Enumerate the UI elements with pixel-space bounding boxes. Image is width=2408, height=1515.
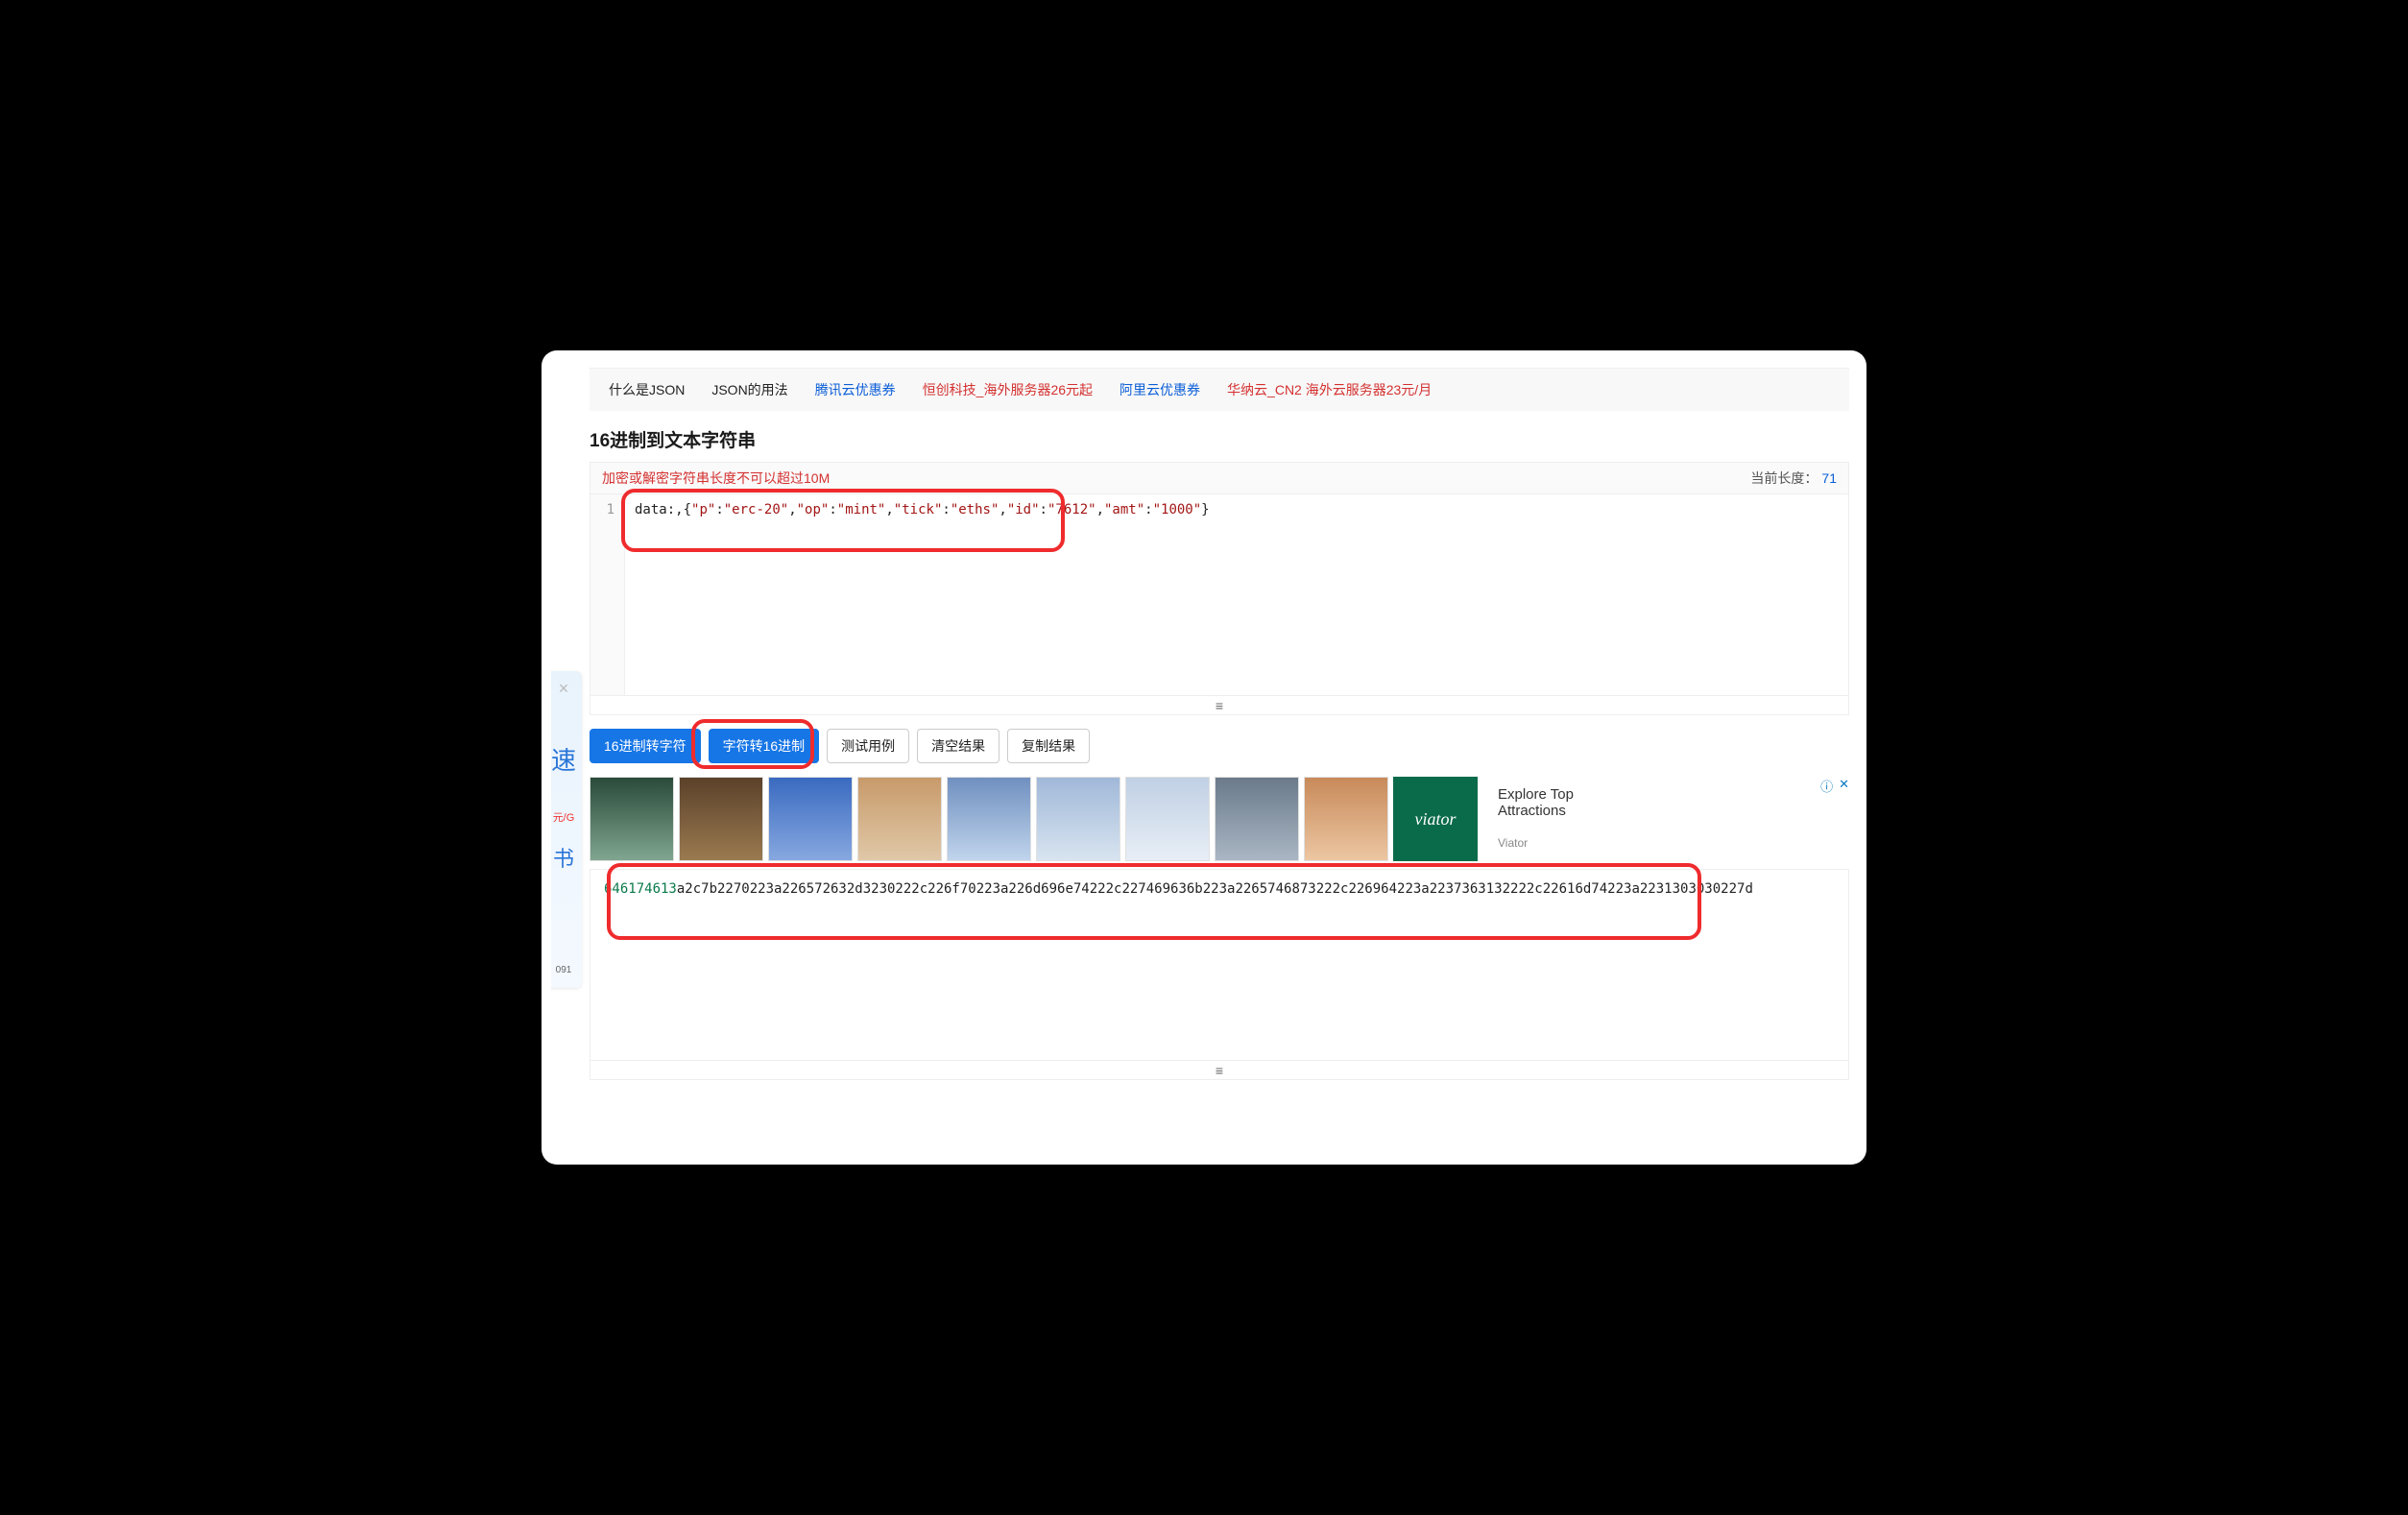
action-button-row: 16进制转字符 字符转16进制 测试用例 清空结果 复制结果 (590, 729, 1849, 763)
side-price-text: 元/G (553, 809, 575, 825)
ad-thumb-8[interactable] (1215, 777, 1299, 861)
nav-hengchuang-server[interactable]: 恒创科技_海外服务器26元起 (923, 380, 1093, 399)
side-book-badge: 书 (553, 842, 574, 873)
length-value: 71 (1821, 470, 1837, 486)
ad-thumb-2[interactable] (679, 777, 763, 861)
output-prefix: 646174613 (604, 881, 677, 897)
ad-thumb-6[interactable] (1036, 777, 1120, 861)
side-float-panel: × 速 元/G 书 091 (551, 671, 582, 988)
hamburger-icon: ≡ (1216, 1064, 1223, 1077)
hex-to-char-button[interactable]: 16进制转字符 (590, 729, 701, 763)
hamburger-icon: ≡ (1216, 699, 1223, 712)
clear-result-button[interactable]: 清空结果 (917, 729, 999, 763)
ad-thumb-1[interactable] (590, 777, 674, 861)
ad-thumb-9[interactable] (1304, 777, 1388, 861)
editor-resize-handle[interactable]: ≡ (590, 696, 1849, 715)
annotation-box-input (621, 489, 1065, 552)
length-warning: 加密或解密字符串长度不可以超过10M (602, 469, 830, 488)
ad-close-icon[interactable]: ✕ (1839, 777, 1849, 795)
test-case-button[interactable]: 测试用例 (827, 729, 909, 763)
ad-advertiser: Viator (1498, 836, 1834, 850)
side-close-icon[interactable]: × (559, 679, 569, 699)
page-title: 16进制到文本字符串 (590, 426, 1849, 452)
input-editor[interactable]: 1 data:,{"p":"erc-20","op":"mint","tick"… (590, 494, 1849, 696)
nav-huanayun-server[interactable]: 华纳云_CN2 海外云服务器23元/月 (1227, 380, 1432, 399)
ad-thumb-4[interactable] (857, 777, 942, 861)
ad-headline-2: Attractions (1498, 803, 1834, 819)
editor-line-1: data:,{"p":"erc-20","op":"mint","tick":"… (635, 502, 1839, 517)
output-resize-handle[interactable]: ≡ (590, 1061, 1849, 1080)
ad-headline-1: Explore Top (1498, 786, 1834, 803)
top-navbar: 什么是JSON JSON的用法 腾讯云优惠券 恒创科技_海外服务器26元起 阿里… (590, 368, 1849, 411)
side-speed-badge: 速 (551, 741, 576, 777)
editor-gutter: 1 (590, 494, 625, 695)
output-area[interactable]: 646174613a2c7b2270223a226572632d3230222c… (590, 869, 1849, 1061)
app-inner: × 速 元/G 书 091 什么是JSON JSON的用法 腾讯云优惠券 恒创科… (551, 368, 1849, 1147)
output-hex: a2c7b2270223a226572632d3230222c226f70223… (677, 881, 1753, 897)
copy-result-button[interactable]: 复制结果 (1007, 729, 1090, 763)
nav-what-is-json[interactable]: 什么是JSON (609, 380, 685, 399)
notice-bar: 加密或解密字符串长度不可以超过10M 当前长度：71 (590, 462, 1849, 494)
nav-tencent-coupon[interactable]: 腾讯云优惠券 (815, 380, 896, 399)
main-content: 什么是JSON JSON的用法 腾讯云优惠券 恒创科技_海外服务器26元起 阿里… (590, 368, 1849, 1147)
output-wrap: 646174613a2c7b2270223a226572632d3230222c… (590, 869, 1849, 1061)
app-window: × 速 元/G 书 091 什么是JSON JSON的用法 腾讯云优惠券 恒创科… (542, 350, 1866, 1165)
nav-aliyun-coupon[interactable]: 阿里云优惠券 (1120, 380, 1200, 399)
ad-thumb-5[interactable] (947, 777, 1031, 861)
ad-brand-tile[interactable]: viator (1393, 777, 1478, 861)
ad-strip[interactable]: viator ⓘ ✕ Explore Top Attractions Viato… (590, 777, 1849, 861)
ad-info-icon[interactable]: ⓘ (1820, 777, 1833, 795)
editor-code-area[interactable]: data:,{"p":"erc-20","op":"mint","tick":"… (625, 494, 1848, 695)
ad-text-block[interactable]: ⓘ ✕ Explore Top Attractions Viator (1482, 777, 1849, 861)
side-num-text: 091 (556, 965, 572, 975)
ad-thumb-7[interactable] (1125, 777, 1210, 861)
line-number: 1 (607, 502, 614, 517)
nav-json-usage[interactable]: JSON的用法 (711, 380, 787, 399)
char-to-hex-button[interactable]: 字符转16进制 (709, 729, 820, 763)
ad-thumb-3[interactable] (768, 777, 853, 861)
length-label: 当前长度： (1750, 470, 1818, 486)
